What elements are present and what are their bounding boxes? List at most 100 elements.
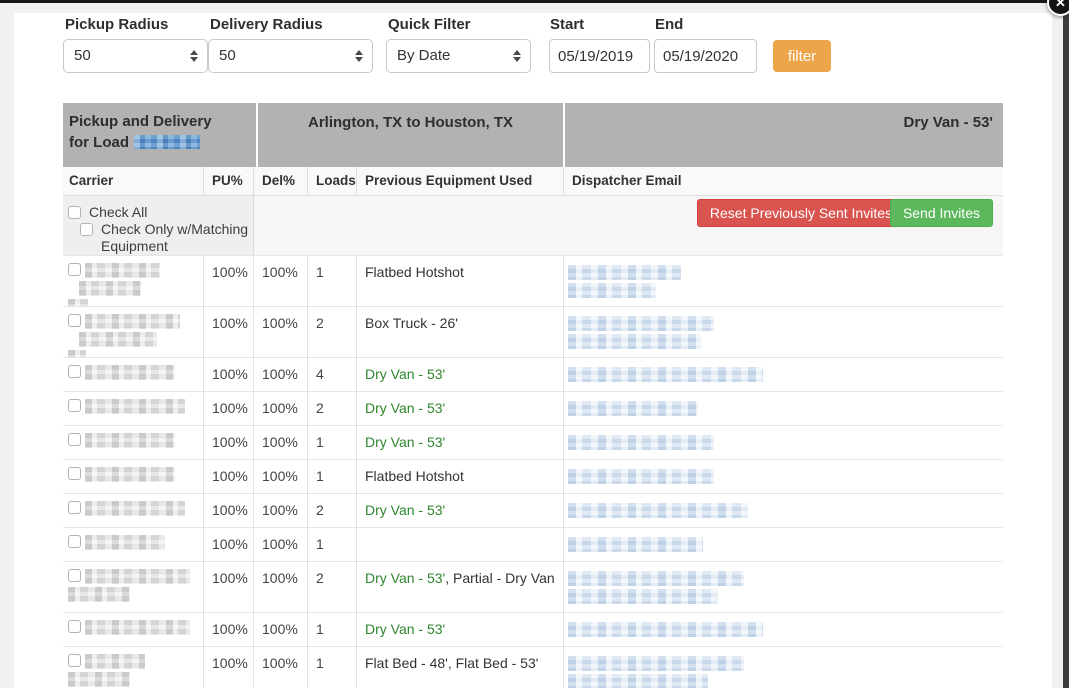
loads-cell: 2	[307, 494, 356, 527]
pu-percent-cell: 100%	[203, 426, 253, 459]
del-percent-cell: 100%	[253, 392, 307, 425]
redacted-email	[568, 589, 718, 604]
window-right-edge	[1063, 0, 1069, 688]
del-percent-cell: 100%	[253, 358, 307, 391]
dispatcher-email-cell	[563, 494, 1003, 527]
carrier-cell	[63, 494, 203, 527]
equipment-cell: Dry Van - 53', Partial - Dry Van	[356, 562, 563, 612]
dispatcher-email-cell	[563, 307, 1003, 357]
redacted-carrier-name	[79, 332, 157, 347]
start-date-input[interactable]	[549, 39, 650, 73]
end-date-input[interactable]	[654, 39, 757, 73]
equipment-cell: Dry Van - 53'	[356, 494, 563, 527]
redacted-email	[568, 265, 681, 280]
redacted-load-number	[134, 135, 200, 149]
equipment-cell	[356, 528, 563, 561]
redacted-email	[568, 316, 714, 331]
carrier-cell	[63, 392, 203, 425]
row-checkbox[interactable]	[68, 365, 81, 378]
pu-percent-cell: 100%	[203, 307, 253, 357]
carrier-cell	[63, 613, 203, 646]
table-row: 100%100%1	[63, 527, 1003, 561]
pu-percent-cell: 100%	[203, 494, 253, 527]
loads-cell: 4	[307, 358, 356, 391]
check-matching-checkbox[interactable]	[80, 223, 93, 236]
table-title-bar: Pickup and Delivery for Load Arlington, …	[63, 103, 1003, 167]
row-checkbox[interactable]	[68, 620, 81, 633]
redacted-email	[568, 503, 748, 518]
select-stepper-icon	[513, 50, 521, 62]
dispatcher-email-cell	[563, 358, 1003, 391]
del-percent-cell: 100%	[253, 307, 307, 357]
pickup-radius-value: 50	[74, 47, 91, 64]
loads-cell: 1	[307, 528, 356, 561]
carrier-cell	[63, 358, 203, 391]
pickup-radius-select[interactable]: 50	[63, 39, 208, 73]
equipment-title: Dry Van - 53'	[563, 103, 1003, 167]
check-all-checkbox[interactable]	[68, 206, 81, 219]
equipment-label: Dry Van - 53'	[365, 400, 445, 416]
equipment-cell: Flat Bed - 48', Flat Bed - 53'	[356, 647, 563, 688]
redacted-email	[568, 537, 703, 552]
column-header-equipment: Previous Equipment Used	[356, 167, 563, 195]
row-checkbox[interactable]	[68, 654, 81, 667]
quick-filter-value: By Date	[397, 47, 450, 64]
equipment-cell: Flatbed Hotshot	[356, 460, 563, 493]
row-checkbox[interactable]	[68, 501, 81, 514]
reset-invites-button[interactable]: Reset Previously Sent Invites	[697, 199, 905, 227]
equipment-label: , Partial - Dry Van	[445, 570, 554, 586]
redacted-carrier-name	[85, 535, 165, 550]
equipment-cell: Dry Van - 53'	[356, 613, 563, 646]
redacted-carrier-name	[85, 654, 145, 669]
column-header-carrier: Carrier	[63, 167, 203, 195]
end-date-label: End	[655, 16, 683, 33]
quick-filter-label: Quick Filter	[388, 16, 471, 33]
row-checkbox[interactable]	[68, 314, 81, 327]
redacted-carrier-name	[68, 299, 88, 306]
pickup-radius-label: Pickup Radius	[65, 16, 168, 33]
row-checkbox[interactable]	[68, 433, 81, 446]
column-header-loads: Loads	[307, 167, 356, 195]
equipment-label: Dry Van - 53'	[365, 502, 445, 518]
table-row: 100%100%1Dry Van - 53'	[63, 612, 1003, 646]
table-row: 100%100%2Dry Van - 53', Partial - Dry Va…	[63, 561, 1003, 612]
row-checkbox[interactable]	[68, 535, 81, 548]
redacted-email	[568, 571, 744, 586]
table-body: 100%100%1Flatbed Hotshot100%100%2Box Tru…	[63, 255, 1003, 688]
equipment-cell: Flatbed Hotshot	[356, 256, 563, 306]
equipment-cell: Dry Van - 53'	[356, 392, 563, 425]
carrier-cell	[63, 528, 203, 561]
redacted-email	[568, 622, 763, 637]
redacted-carrier-name	[85, 263, 160, 278]
window-top-edge	[0, 0, 1069, 3]
column-header-pu: PU%	[203, 167, 253, 195]
redacted-email	[568, 469, 714, 484]
quick-filter-select[interactable]: By Date	[386, 39, 531, 73]
table-column-headers: Carrier PU% Del% Loads Previous Equipmen…	[63, 167, 1003, 196]
carrier-cell	[63, 647, 203, 688]
table-row: 100%100%4Dry Van - 53'	[63, 357, 1003, 391]
row-checkbox[interactable]	[68, 467, 81, 480]
redacted-carrier-name	[85, 569, 190, 584]
row-checkbox[interactable]	[68, 263, 81, 276]
check-matching-label-2: Equipment	[101, 238, 168, 254]
carrier-cell	[63, 460, 203, 493]
row-checkbox[interactable]	[68, 399, 81, 412]
load-title: Pickup and Delivery for Load	[63, 103, 256, 167]
delivery-radius-value: 50	[219, 47, 236, 64]
carrier-cell	[63, 256, 203, 306]
del-percent-cell: 100%	[253, 613, 307, 646]
equipment-label: Flatbed Hotshot	[365, 468, 464, 484]
redacted-email	[568, 435, 714, 450]
table-row: 100%100%1Flatbed Hotshot	[63, 459, 1003, 493]
redacted-carrier-name	[68, 350, 86, 357]
check-all-row: Check All Check Only w/Matching Equipmen…	[63, 196, 1003, 255]
row-checkbox[interactable]	[68, 569, 81, 582]
send-invites-button[interactable]: Send Invites	[890, 199, 993, 227]
equipment-cell: Dry Van - 53'	[356, 358, 563, 391]
filter-button[interactable]: filter	[773, 40, 831, 72]
dispatcher-email-cell	[563, 256, 1003, 306]
delivery-radius-select[interactable]: 50	[208, 39, 373, 73]
pu-percent-cell: 100%	[203, 256, 253, 306]
dispatcher-email-cell	[563, 528, 1003, 561]
